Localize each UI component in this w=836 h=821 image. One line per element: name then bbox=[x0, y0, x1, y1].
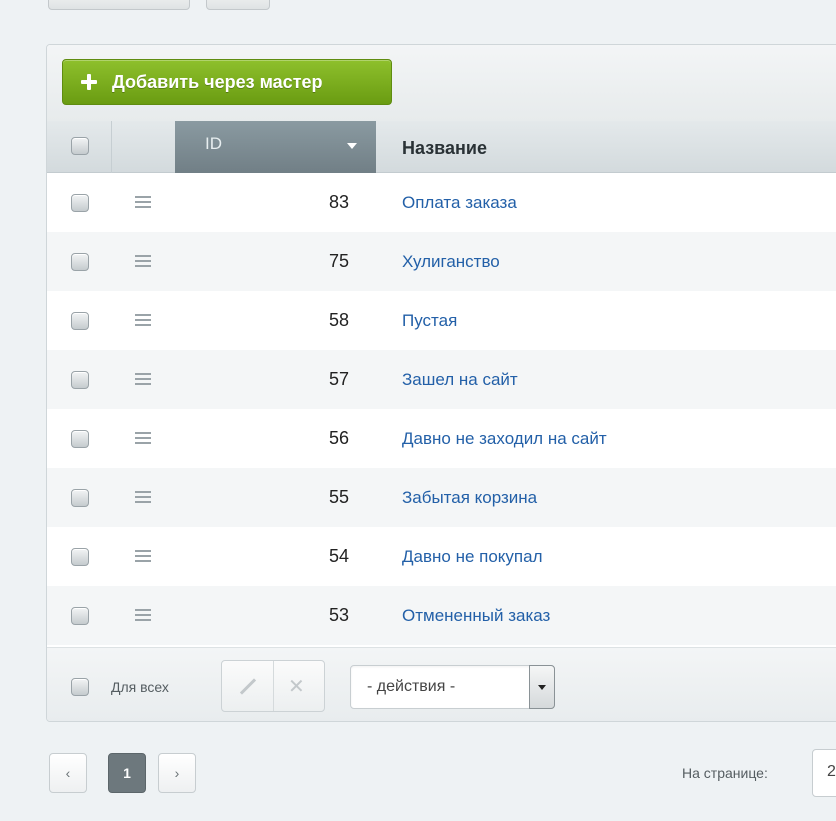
row-name-link[interactable]: Давно не заходил на сайт bbox=[402, 429, 607, 449]
for-all-label: Для всех bbox=[111, 679, 169, 695]
row-id: 83 bbox=[328, 192, 349, 212]
row-name-link[interactable]: Оплата заказа bbox=[402, 193, 517, 213]
row-checkbox[interactable] bbox=[71, 430, 89, 448]
column-header-name[interactable]: Название bbox=[402, 138, 487, 159]
row-id: 56 bbox=[328, 428, 349, 448]
table-header: ID Название bbox=[47, 121, 836, 173]
prev-page-button[interactable]: ‹ bbox=[49, 753, 87, 793]
table-row[interactable]: 57 Зашел на сайт bbox=[47, 350, 836, 409]
table-row[interactable]: 58 Пустая bbox=[47, 291, 836, 350]
actions-select[interactable]: - действия - bbox=[350, 665, 555, 709]
chevron-down-icon[interactable] bbox=[529, 665, 555, 709]
row-name-link[interactable]: Пустая bbox=[402, 311, 457, 331]
row-id: 53 bbox=[328, 605, 349, 625]
table-row[interactable]: 83 Оплата заказа bbox=[47, 173, 836, 232]
group-actions-bar: Для всех ✕ - действия - bbox=[47, 647, 836, 721]
hamburger-icon[interactable] bbox=[135, 432, 151, 444]
actions-select-value: - действия - bbox=[367, 678, 456, 695]
table-row[interactable]: 54 Давно не покупал bbox=[47, 527, 836, 586]
row-checkbox[interactable] bbox=[71, 607, 89, 625]
hamburger-icon[interactable] bbox=[135, 491, 151, 503]
header-divider bbox=[111, 121, 112, 173]
hamburger-icon[interactable] bbox=[135, 373, 151, 385]
row-id: 55 bbox=[328, 487, 349, 507]
plus-icon bbox=[81, 74, 97, 90]
row-name-link[interactable]: Отмененный заказ bbox=[402, 606, 550, 626]
row-name-link[interactable]: Зашел на сайт bbox=[402, 370, 518, 390]
table-row[interactable]: 75 Хулиганство bbox=[47, 232, 836, 291]
row-id: 54 bbox=[328, 546, 349, 566]
top-toolbar-button-small[interactable] bbox=[206, 0, 270, 10]
toolbar: Добавить через мастер bbox=[47, 45, 836, 121]
hamburger-icon[interactable] bbox=[135, 314, 151, 326]
list-panel: Добавить через мастер ID Название 83 Опла… bbox=[46, 44, 836, 722]
row-checkbox[interactable] bbox=[71, 253, 89, 271]
for-all-checkbox[interactable] bbox=[71, 678, 89, 696]
row-id: 57 bbox=[328, 369, 349, 389]
row-name-link[interactable]: Забытая корзина bbox=[402, 488, 537, 508]
pencil-icon[interactable] bbox=[239, 678, 257, 695]
row-id: 75 bbox=[328, 251, 349, 271]
row-checkbox[interactable] bbox=[71, 371, 89, 389]
add-via-wizard-label: Добавить через мастер bbox=[112, 71, 323, 92]
table-row[interactable]: 56 Давно не заходил на сайт bbox=[47, 409, 836, 468]
hamburger-icon[interactable] bbox=[135, 609, 151, 621]
per-page-select[interactable]: 20 bbox=[812, 749, 836, 797]
column-id-label: ID bbox=[205, 134, 222, 153]
next-page-button[interactable]: › bbox=[158, 753, 196, 793]
table-row[interactable]: 55 Забытая корзина bbox=[47, 468, 836, 527]
table-row[interactable]: 53 Отмененный заказ bbox=[47, 586, 836, 645]
hamburger-icon[interactable] bbox=[135, 550, 151, 562]
row-name-link[interactable]: Давно не покупал bbox=[402, 547, 543, 567]
hamburger-icon[interactable] bbox=[135, 196, 151, 208]
button-divider bbox=[273, 661, 274, 711]
top-toolbar-button[interactable] bbox=[48, 0, 190, 10]
select-all-checkbox[interactable] bbox=[71, 137, 89, 155]
current-page[interactable]: 1 bbox=[108, 753, 146, 793]
add-via-wizard-button[interactable]: Добавить через мастер bbox=[62, 59, 392, 105]
hamburger-icon[interactable] bbox=[135, 255, 151, 267]
row-id: 58 bbox=[328, 310, 349, 330]
sort-desc-icon bbox=[347, 143, 357, 149]
row-checkbox[interactable] bbox=[71, 194, 89, 212]
row-checkbox[interactable] bbox=[71, 312, 89, 330]
row-checkbox[interactable] bbox=[71, 489, 89, 507]
table-body: 83 Оплата заказа 75 Хулиганство 58 Пустая 57 За… bbox=[47, 173, 836, 645]
group-action-buttons: ✕ bbox=[221, 660, 325, 712]
row-name-link[interactable]: Хулиганство bbox=[402, 252, 500, 272]
close-icon[interactable]: ✕ bbox=[288, 674, 305, 699]
column-header-id[interactable]: ID bbox=[175, 121, 376, 173]
per-page-label: На странице: bbox=[682, 765, 768, 781]
row-checkbox[interactable] bbox=[71, 548, 89, 566]
